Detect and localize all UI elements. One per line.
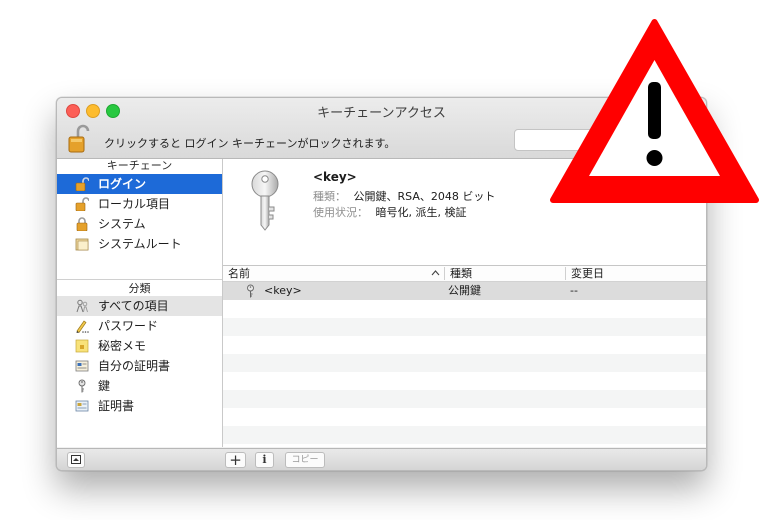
- column-header-kind[interactable]: 種類: [445, 266, 472, 281]
- table-row-empty: [223, 318, 706, 336]
- sidebar: キーチェーン ログイン ローカル項目 システム システムルート 分類 すべての項…: [57, 159, 223, 447]
- sidebar-item-label: システム: [98, 217, 146, 231]
- row-modified: --: [570, 284, 578, 297]
- sidebar-item-certificates[interactable]: 証明書: [57, 396, 222, 416]
- certificate-icon: [75, 400, 89, 412]
- table-row-empty: [223, 300, 706, 318]
- item-kind-value: 公開鍵、RSA、2048 ビット: [353, 190, 496, 203]
- sidebar-item-passwords[interactable]: パスワード: [57, 316, 222, 336]
- sidebar-item-all-items[interactable]: すべての項目: [57, 296, 222, 316]
- sidebar-item-label: 自分の証明書: [98, 359, 171, 373]
- table-row[interactable]: <key> 公開鍵 --: [223, 282, 706, 300]
- row-kind: 公開鍵: [448, 284, 481, 297]
- sidebar-item-keys[interactable]: 鍵: [57, 376, 222, 396]
- sidebar-item-system-roots[interactable]: システムルート: [57, 234, 222, 254]
- table-row-empty: [223, 408, 706, 426]
- row-name: <key>: [264, 284, 302, 297]
- sidebar-item-label: すべての項目: [98, 299, 169, 313]
- sort-ascending-icon[interactable]: [431, 269, 440, 278]
- pencil-icon: [76, 320, 89, 333]
- table-row-empty: [223, 426, 706, 444]
- sidebar-item-login[interactable]: ログイン: [57, 174, 222, 194]
- warning-sign-icon: [550, 19, 759, 203]
- table-row-empty: [223, 354, 706, 372]
- table-header: 名前 種類 変更日: [223, 266, 706, 282]
- show-keychains-button[interactable]: [67, 452, 85, 468]
- sidebar-item-label: 証明書: [98, 399, 135, 413]
- lock-message: クリックすると ログイン キーチェーンがロックされます。: [104, 137, 396, 150]
- key-icon: [251, 170, 279, 231]
- item-usage-value: 暗号化, 派生, 検証: [375, 206, 467, 219]
- sidebar-item-label: システムルート: [98, 237, 182, 251]
- sidebar-item-label: 鍵: [98, 379, 111, 393]
- sidebar-item-label: ログイン: [98, 177, 147, 191]
- keychains-header: キーチェーン: [106, 159, 173, 172]
- sidebar-item-my-certificates[interactable]: 自分の証明書: [57, 356, 222, 376]
- item-usage-row: 使用状況： 暗号化, 派生, 検証: [313, 204, 467, 220]
- bottom-toolbar: + i コピー: [57, 448, 706, 470]
- unlocked-padlock-icon: [75, 177, 89, 191]
- add-item-button[interactable]: +: [225, 452, 246, 468]
- column-header-name[interactable]: 名前: [223, 266, 250, 281]
- item-kind-row: 種類： 公開鍵、RSA、2048 ビット: [313, 188, 495, 204]
- unlocked-padlock-icon: [75, 197, 89, 211]
- copy-button[interactable]: コピー: [285, 452, 325, 468]
- categories-header: 分類: [128, 282, 151, 295]
- column-header-modified[interactable]: 変更日: [566, 266, 604, 281]
- table-row-empty: [223, 336, 706, 354]
- sidebar-toggle-icon: [71, 455, 81, 464]
- item-kind-label: 種類：: [313, 190, 346, 203]
- key-icon: [78, 379, 86, 393]
- sidebar-item-local-items[interactable]: ローカル項目: [57, 194, 222, 214]
- get-info-button[interactable]: i: [255, 452, 274, 468]
- folder-icon: [75, 238, 89, 251]
- my-certificate-icon: [75, 360, 89, 372]
- sidebar-item-label: ローカル項目: [98, 197, 171, 211]
- table-row-empty: [223, 372, 706, 390]
- sidebar-item-secure-notes[interactable]: 秘密メモ: [57, 336, 222, 356]
- unlocked-padlock-icon[interactable]: [68, 124, 90, 154]
- note-icon: [75, 339, 89, 353]
- sidebar-item-label: 秘密メモ: [98, 339, 147, 353]
- locked-padlock-icon: [76, 217, 88, 231]
- people-icon: [76, 299, 88, 313]
- item-usage-label: 使用状況：: [313, 206, 368, 219]
- sidebar-item-system[interactable]: システム: [57, 214, 222, 234]
- item-name: <key>: [313, 170, 357, 184]
- items-table: 名前 種類 変更日 <key> 公開鍵 --: [223, 266, 706, 447]
- sidebar-item-label: パスワード: [98, 319, 159, 333]
- table-row-empty: [223, 390, 706, 408]
- key-icon: [247, 284, 254, 298]
